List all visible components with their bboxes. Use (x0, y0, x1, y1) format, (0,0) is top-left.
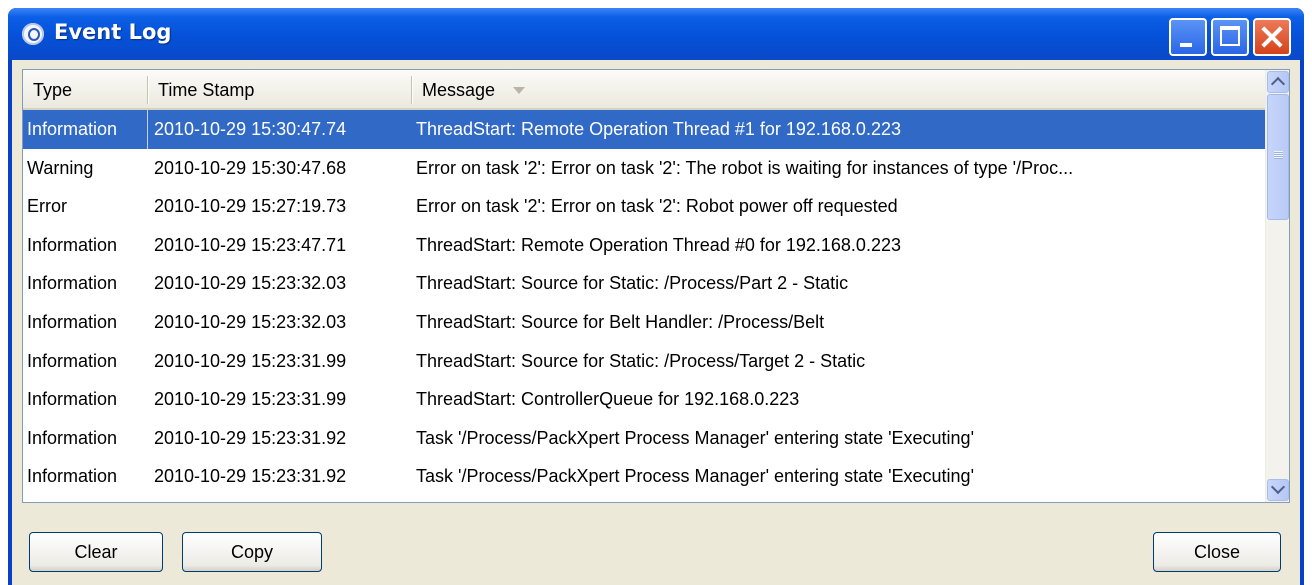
row-message: ThreadStart: Source for Static: /Process… (416, 350, 866, 371)
list-row[interactable]: Error 2010-10-29 15:27:19.73 Error on ta… (23, 187, 1265, 226)
row-message: Error on task '2': Error on task '2': Ro… (416, 196, 898, 217)
row-time-stamp: 2010-10-29 15:23:31.92 (154, 427, 347, 448)
window-title: Event Log (54, 20, 172, 44)
row-time-stamp: 2010-10-29 15:30:47.68 (154, 157, 347, 178)
row-type: Information (27, 427, 118, 448)
row-time-stamp: 2010-10-29 15:23:31.92 (154, 466, 347, 487)
list-row[interactable]: Warning 2010-10-29 15:30:47.68 Error on … (23, 149, 1265, 188)
row-message: Task '/Process/PackXpert Process Manager… (416, 466, 975, 487)
row-type: Warning (27, 157, 94, 178)
list-row[interactable]: Information 2010-10-29 15:23:32.03 Threa… (23, 264, 1265, 303)
row-type: Information (27, 311, 118, 332)
scrollbar-thumb[interactable] (1267, 94, 1289, 220)
row-message: ThreadStart: Source for Belt Handler: /P… (416, 311, 825, 332)
minimize-icon (1180, 43, 1192, 47)
scroll-down-icon[interactable] (1267, 479, 1289, 501)
row-type: Information (27, 350, 118, 371)
close-window-button[interactable] (1253, 18, 1291, 56)
maximize-icon (1220, 26, 1240, 46)
row-message: Error on task '2': Error on task '2': Th… (416, 157, 1074, 178)
scroll-up-icon[interactable] (1267, 71, 1289, 93)
list-header: Type Time Stamp Message (23, 70, 1265, 110)
row-time-stamp: 2010-10-29 15:23:31.99 (154, 389, 347, 410)
title-bar[interactable]: Event Log (8, 8, 1304, 60)
row-time-stamp: 2010-10-29 15:23:32.03 (154, 311, 347, 332)
row-message: ThreadStart: Source for Static: /Process… (416, 273, 849, 294)
close-icon (1255, 20, 1289, 54)
row-type: Error (27, 196, 67, 217)
row-type: Information (27, 389, 118, 410)
list-row[interactable]: Information 2010-10-29 15:30:47.74 Threa… (23, 110, 1265, 149)
list-rows: Information 2010-10-29 15:30:47.74 Threa… (23, 110, 1265, 496)
row-type: Information (27, 466, 118, 487)
list-row[interactable]: Information 2010-10-29 15:23:32.03 Threa… (23, 303, 1265, 342)
column-header-message[interactable]: Message (412, 70, 1265, 108)
column-header-time-stamp[interactable]: Time Stamp (148, 70, 525, 108)
maximize-button[interactable] (1211, 18, 1249, 56)
event-log-window: Event Log Type Time Stamp Message Inform… (8, 8, 1304, 585)
row-time-stamp: 2010-10-29 15:23:47.71 (154, 234, 347, 255)
scrollbar-grip-icon (1274, 151, 1283, 159)
list-row[interactable]: Information 2010-10-29 15:23:31.92 Task … (23, 457, 1265, 496)
row-time-stamp: 2010-10-29 15:30:47.74 (154, 119, 347, 139)
row-message: ThreadStart: Remote Operation Thread #0 … (416, 234, 901, 255)
list-row[interactable]: Information 2010-10-29 15:23:31.99 Threa… (23, 342, 1265, 381)
row-message: ThreadStart: ControllerQueue for 192.168… (416, 389, 800, 410)
row-type: Information (27, 119, 118, 139)
column-header-type[interactable]: Type (23, 70, 147, 108)
close-button[interactable]: Close (1153, 532, 1281, 572)
column-header-time-stamp-label: Time Stamp (158, 80, 255, 100)
row-message: ThreadStart: Remote Operation Thread #1 … (416, 119, 901, 139)
row-type: Information (27, 234, 118, 255)
row-time-stamp: 2010-10-29 15:27:19.73 (154, 196, 347, 217)
row-type: Information (27, 273, 118, 294)
app-icon (22, 23, 44, 45)
list-row[interactable]: Information 2010-10-29 15:23:31.99 Threa… (23, 380, 1265, 419)
vertical-scrollbar[interactable] (1265, 70, 1289, 502)
window-client-area: Type Time Stamp Message Information 2010… (12, 60, 1300, 585)
row-message: Task '/Process/PackXpert Process Manager… (416, 427, 975, 448)
minimize-button[interactable] (1169, 18, 1207, 56)
row-time-stamp: 2010-10-29 15:23:32.03 (154, 273, 347, 294)
copy-button[interactable]: Copy (182, 532, 322, 572)
event-list[interactable]: Type Time Stamp Message Information 2010… (22, 69, 1290, 503)
clear-button[interactable]: Clear (29, 532, 163, 572)
list-row[interactable]: Information 2010-10-29 15:23:31.92 Task … (23, 419, 1265, 458)
list-row[interactable]: Information 2010-10-29 15:23:47.71 Threa… (23, 226, 1265, 265)
row-time-stamp: 2010-10-29 15:23:31.99 (154, 350, 347, 371)
